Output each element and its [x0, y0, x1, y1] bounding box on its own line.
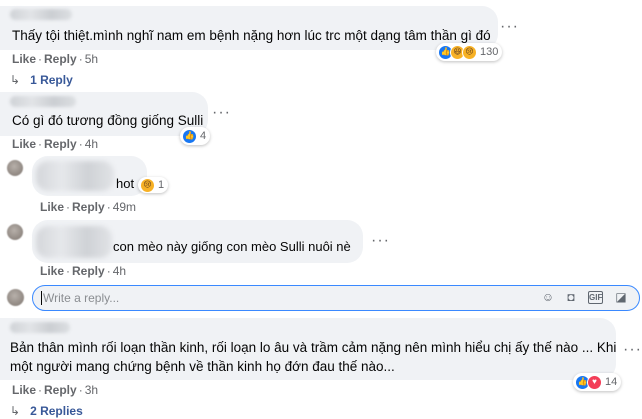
timestamp[interactable]: 5h [85, 52, 98, 66]
reaction-count: 4 [200, 130, 207, 142]
reply-input-placeholder: Write a reply... [43, 291, 120, 305]
reaction-summary[interactable]: 👍 4 [180, 127, 211, 145]
comment-actions: Like · Reply · 3h [12, 383, 99, 397]
text-caret [41, 291, 42, 305]
comment-bubble: Có gì đó tương đồng giống Sulli [0, 92, 208, 136]
love-icon: ♥ [587, 374, 602, 390]
reaction-count: 130 [480, 46, 499, 58]
timestamp[interactable]: 4h [85, 137, 98, 151]
reply-button[interactable]: Reply [72, 264, 105, 278]
current-user-avatar[interactable] [7, 289, 24, 306]
more-options-icon[interactable]: ··· [623, 342, 642, 358]
reply-content-blurred [36, 226, 112, 258]
avatar[interactable] [7, 224, 23, 240]
sad-icon: 😢 [140, 177, 155, 193]
reaction-count: 1 [158, 179, 165, 191]
replies-count-label: 1 Reply [30, 73, 73, 87]
reaction-summary[interactable]: 😢 1 [138, 177, 169, 193]
view-replies-link[interactable]: ↳ 1 Reply [10, 73, 73, 87]
reply-text: con mèo này giống con mèo Sulli nuôi nè [113, 239, 351, 254]
comment-bubble: Bản thân mình rối loạn thần kinh, rối lo… [0, 318, 616, 380]
more-options-icon[interactable]: ··· [371, 233, 390, 249]
view-replies-link[interactable]: ↳ 2 Replies [10, 404, 83, 418]
reaction-count: 14 [605, 376, 618, 388]
commenter-name-blurred[interactable] [10, 96, 76, 107]
reply-actions: Like · Reply · 49m [40, 200, 137, 214]
commenter-name-blurred[interactable] [10, 322, 70, 333]
reply-actions: Like · Reply · 4h [40, 264, 127, 278]
reply-button[interactable]: Reply [44, 383, 77, 397]
comment-actions: Like · Reply · 5h [12, 52, 99, 66]
reply-text: hot [116, 176, 135, 191]
like-button[interactable]: Like [12, 52, 36, 66]
more-options-icon[interactable]: ··· [212, 105, 231, 121]
like-button[interactable]: Like [40, 264, 64, 278]
avatar[interactable] [7, 160, 23, 176]
comment-text: Có gì đó tương đồng giống Sulli [12, 113, 204, 128]
reply-arrow-icon: ↳ [10, 404, 21, 418]
comment-text-line-2: một người mang chứng bệnh về thần kinh h… [10, 359, 395, 374]
like-button[interactable]: Like [12, 137, 36, 151]
like-button[interactable]: Like [40, 200, 64, 214]
commenter-name-blurred[interactable] [10, 9, 72, 20]
reply-button[interactable]: Reply [44, 137, 77, 151]
reply-bubble: con mèo này giống con mèo Sulli nuôi nè [32, 220, 363, 263]
timestamp[interactable]: 49m [113, 200, 136, 214]
reaction-summary[interactable]: 👍 ♥ 14 [573, 373, 622, 391]
reply-arrow-icon: ↳ [10, 73, 21, 87]
sad-icon: 😢 [462, 44, 477, 60]
camera-icon[interactable]: ◘ [564, 290, 578, 304]
like-button[interactable]: Like [12, 383, 36, 397]
reply-content-blurred [36, 161, 114, 191]
replies-count-label: 2 Replies [30, 404, 83, 418]
reply-button[interactable]: Reply [72, 200, 105, 214]
reaction-summary[interactable]: 👍 😆 😢 130 [436, 43, 503, 61]
sticker-icon[interactable]: ◪ [614, 290, 628, 304]
timestamp[interactable]: 4h [113, 264, 126, 278]
more-options-icon[interactable]: ··· [500, 19, 519, 35]
reply-input[interactable]: Write a reply... ☺ ◘ GIF ◪ [32, 285, 640, 311]
comment-bubble: Thấy tội thiệt.mình nghĩ nam em bệnh nặn… [0, 6, 498, 50]
comment-text-line-1: Bản thân mình rối loạn thần kinh, rối lo… [10, 340, 617, 355]
reply-bubble: hot [32, 156, 147, 196]
reply-button[interactable]: Reply [44, 52, 77, 66]
timestamp[interactable]: 3h [85, 383, 98, 397]
comment-actions: Like · Reply · 4h [12, 137, 99, 151]
emoji-icon[interactable]: ☺ [541, 290, 555, 304]
like-icon: 👍 [182, 128, 197, 144]
gif-icon[interactable]: GIF [588, 291, 603, 304]
comment-text: Thấy tội thiệt.mình nghĩ nam em bệnh nặn… [12, 28, 491, 43]
